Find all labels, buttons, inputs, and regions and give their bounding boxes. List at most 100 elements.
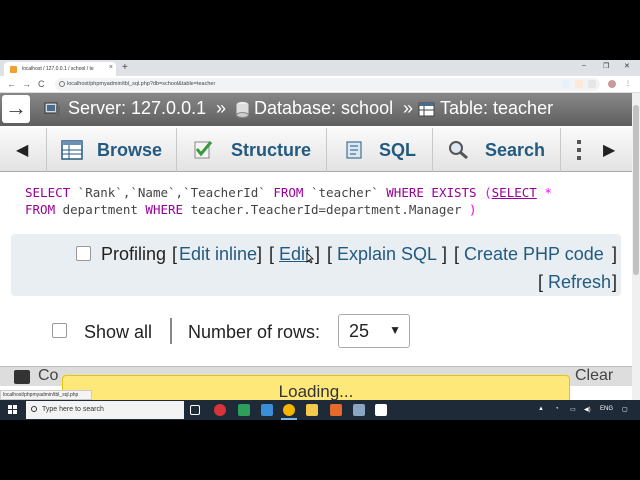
letterbox (0, 420, 640, 480)
sql-query: SELECT `Rank`,`Name`,`TeacherId` FROM `t… (25, 184, 552, 218)
xampp-icon[interactable] (330, 404, 342, 416)
menu-icon[interactable]: ⋮ (624, 80, 632, 88)
sql-keyword: WHERE (145, 202, 184, 217)
table-tabs: ◀ Browse Structure SQL Search ▶ (0, 128, 632, 172)
sql-keyword: SELECT (25, 185, 71, 200)
browser-tabstrip: localhost / 127.0.0.1 / school / te × + … (0, 60, 640, 76)
avatar[interactable] (608, 80, 616, 88)
mouse-cursor-icon (306, 253, 314, 264)
sql-keyword-link[interactable]: SELECT (492, 185, 537, 200)
sql-text: department (55, 202, 146, 217)
browse-icon (61, 140, 83, 160)
explain-sql-link[interactable]: Explain SQL (337, 244, 437, 265)
reload-button[interactable]: C (38, 79, 45, 89)
refresh-link[interactable]: Refresh (548, 272, 611, 293)
language-indicator[interactable]: ENG (600, 406, 613, 412)
browser-tab[interactable]: localhost / 127.0.0.1 / school / te × (4, 62, 116, 76)
vivaldi-icon[interactable] (214, 404, 226, 416)
url-text: localhost/phpmyadmin/tbl_sql.php?db=scho… (67, 81, 216, 87)
forward-button[interactable]: → (22, 79, 31, 89)
navigation-toggle-icon[interactable]: → (2, 95, 30, 123)
divider (170, 318, 172, 344)
network-icon[interactable]: ▲ (538, 406, 544, 412)
battery-icon[interactable]: ▭ (570, 406, 576, 413)
number-of-rows-select[interactable]: 25 ▼ (338, 314, 410, 348)
bracket: ] (442, 244, 448, 264)
number-of-rows-label: Number of rows: (188, 322, 321, 342)
profiling-label: Profiling (101, 244, 167, 264)
bracket: ] (612, 272, 618, 292)
sql-text: `Rank`,`Name`,`TeacherId` (70, 185, 274, 200)
breadcrumb-database[interactable]: Database: school (254, 98, 393, 119)
tab-sql[interactable]: SQL (327, 128, 431, 172)
app-icon[interactable] (238, 404, 250, 416)
show-all-checkbox[interactable] (52, 323, 67, 338)
status-url: localhost/phpmyadmin/tbl_sql.php (0, 390, 92, 400)
tabs-scroll-right-button[interactable]: ▶ (603, 140, 615, 160)
tab-browse[interactable]: Browse (47, 128, 175, 172)
console-label[interactable]: Co (38, 367, 58, 385)
sql-keyword: FROM (273, 185, 304, 200)
edit-inline-link[interactable]: Edit inline (179, 244, 257, 265)
close-window-button[interactable]: ✕ (624, 62, 630, 70)
back-button[interactable]: ← (7, 79, 16, 89)
sql-icon (346, 141, 362, 159)
taskbar-search-input[interactable]: Type here to search (26, 401, 184, 419)
breadcrumb: → Server: 127.0.0.1 » Database: school »… (0, 93, 632, 126)
bracket: [ (538, 272, 544, 292)
tab-search[interactable]: Search (433, 128, 559, 172)
screen: localhost / 127.0.0.1 / school / te × + … (0, 60, 640, 420)
tab-label: SQL (379, 140, 417, 160)
tab-label: Search (485, 140, 546, 160)
browser-tab-title: localhost / 127.0.0.1 / school / te (22, 66, 94, 72)
more-tabs-icon[interactable] (574, 140, 584, 162)
app-icon[interactable] (353, 404, 365, 416)
camtasia-icon[interactable] (375, 404, 387, 416)
console-clear-button[interactable]: Clear (575, 367, 613, 385)
sql-paren: ( (476, 185, 492, 200)
bracket: [ (327, 244, 333, 264)
database-icon (236, 101, 249, 118)
windows-start-icon[interactable] (8, 405, 18, 415)
search-icon (449, 141, 468, 160)
table-icon (418, 102, 435, 117)
task-view-icon[interactable] (190, 405, 200, 415)
bracket: [ (269, 244, 275, 264)
extension-icon[interactable] (575, 80, 583, 88)
breadcrumb-table[interactable]: Table: teacher (440, 98, 553, 119)
bracket: ] (612, 244, 618, 264)
profiling-checkbox[interactable] (76, 246, 91, 261)
page-scrollbar[interactable] (632, 93, 640, 400)
scrollbar-thumb[interactable] (633, 105, 639, 275)
tab-label: Browse (97, 140, 163, 160)
file-explorer-icon[interactable] (306, 404, 318, 416)
breadcrumb-server[interactable]: Server: 127.0.0.1 (68, 98, 206, 119)
volume-icon[interactable]: ◀) (584, 406, 591, 413)
sql-keyword: WHERE EXISTS (386, 185, 477, 200)
wifi-icon[interactable]: ◔ (555, 406, 559, 412)
chrome-icon[interactable] (283, 404, 295, 416)
new-tab-button[interactable]: + (122, 62, 128, 74)
sql-text: * (536, 185, 552, 200)
notification-icon[interactable]: ▢ (622, 406, 628, 413)
minimize-button[interactable]: – (582, 62, 586, 69)
url-field[interactable]: localhost/phpmyadmin/tbl_sql.php?db=scho… (55, 78, 600, 91)
extension-icon[interactable] (562, 80, 570, 88)
number-of-rows-value: 25 (349, 321, 370, 341)
tab-label: Structure (231, 140, 312, 160)
maximize-button[interactable]: ❐ (603, 62, 609, 70)
server-icon (44, 102, 60, 117)
structure-icon (194, 141, 213, 159)
tab-divider (560, 128, 561, 172)
phpmyadmin-favicon-icon (10, 66, 17, 73)
show-all-label: Show all (84, 322, 153, 342)
info-icon (59, 81, 65, 87)
extension-icon[interactable] (588, 80, 596, 88)
tab-close-icon[interactable]: × (109, 64, 113, 71)
create-php-code-link[interactable]: Create PHP code (464, 244, 604, 265)
breadcrumb-separator: » (403, 98, 414, 118)
tabs-scroll-left-button[interactable]: ◀ (16, 140, 28, 160)
console-icon[interactable] (14, 370, 30, 384)
mail-icon[interactable] (261, 404, 273, 416)
tab-structure[interactable]: Structure (177, 128, 325, 172)
